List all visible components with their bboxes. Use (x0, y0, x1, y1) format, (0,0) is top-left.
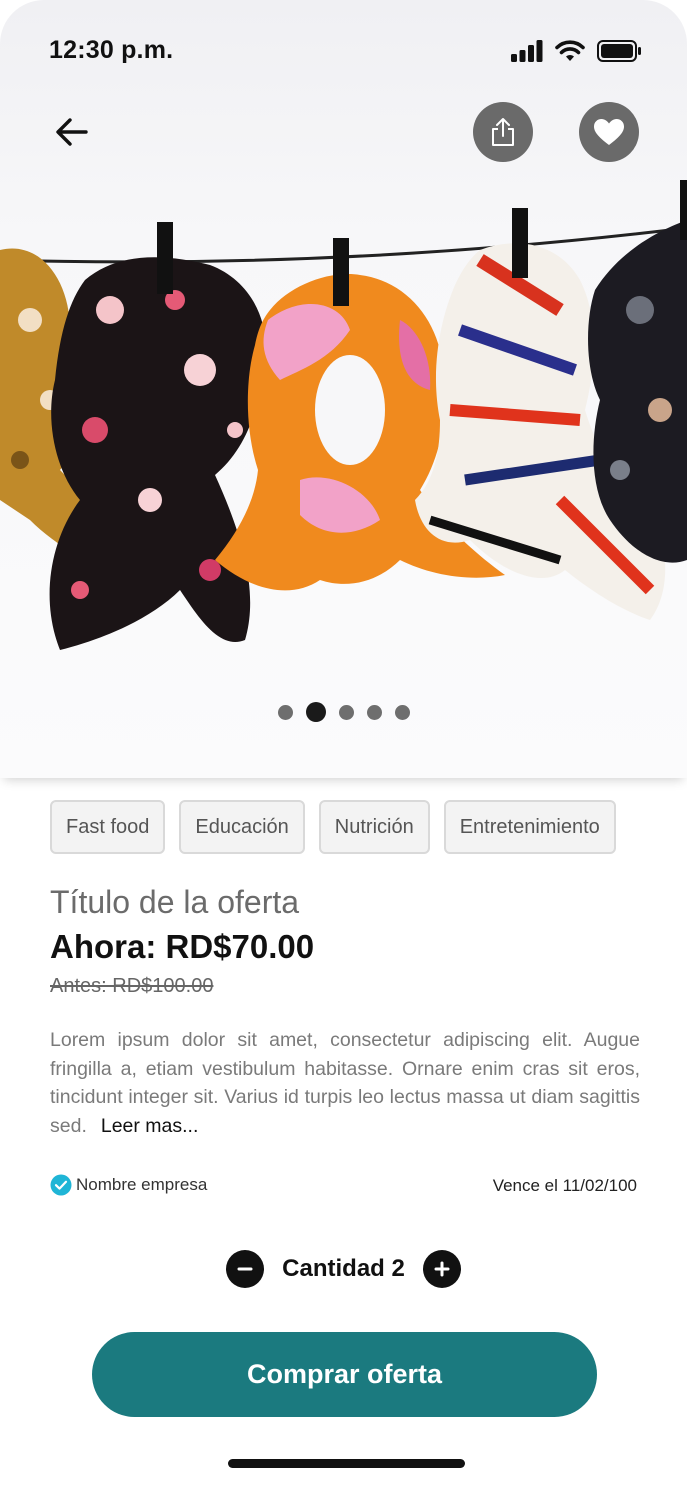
share-icon (492, 118, 514, 146)
home-indicator[interactable] (228, 1459, 465, 1468)
read-more-link[interactable]: Leer mas... (101, 1115, 199, 1137)
share-button[interactable] (473, 102, 533, 162)
status-bar: 12:30 p.m. (0, 0, 687, 100)
product-detail-screen: 12:30 p.m. Fast food Educación Nutrición… (0, 0, 687, 1488)
price-now: Ahora: RD$70.00 (50, 928, 315, 965)
wifi-icon (555, 40, 585, 61)
back-button[interactable] (46, 106, 98, 158)
signal-icon (511, 40, 543, 62)
company-info[interactable]: Nombre empresa (50, 1174, 207, 1196)
category-tags: Fast food Educación Nutrición Entretenim… (50, 800, 616, 854)
tag-educacion[interactable]: Educación (179, 800, 305, 854)
carousel-dot[interactable] (338, 704, 354, 720)
carousel-dot[interactable] (366, 704, 382, 720)
offer-description: Lorem ipsum dolor sit amet, consectetur … (50, 1026, 640, 1140)
quantity-label: Cantidad 2 (282, 1255, 405, 1282)
increase-quantity-button[interactable] (422, 1250, 461, 1288)
decrease-quantity-button[interactable] (226, 1250, 265, 1288)
price-before: Antes: RD$100.00 (50, 975, 214, 997)
check-badge-icon (50, 1174, 72, 1196)
expiration-date: Vence el 11/02/100 (492, 1176, 637, 1195)
carousel-dot[interactable] (394, 704, 410, 720)
tag-nutricion[interactable]: Nutrición (318, 800, 430, 854)
arrow-left-icon (56, 118, 88, 146)
tag-fast-food[interactable]: Fast food (50, 800, 166, 854)
carousel-indicator (0, 700, 687, 724)
carousel-dot[interactable] (277, 704, 293, 720)
heart-icon (594, 119, 624, 145)
tag-entretenimiento[interactable]: Entretenimiento (443, 800, 616, 854)
company-name: Nombre empresa (76, 1175, 208, 1194)
plus-icon (434, 1261, 450, 1277)
status-time: 12:30 p.m. (49, 36, 174, 64)
battery-icon (597, 40, 641, 62)
carousel-dot-active[interactable] (305, 702, 326, 722)
minus-icon (237, 1267, 253, 1271)
offer-title: Título de la oferta (50, 884, 300, 920)
quantity-stepper: Cantidad 2 (0, 1250, 687, 1288)
status-icons (511, 40, 641, 62)
favorite-button[interactable] (579, 102, 639, 162)
buy-offer-button[interactable]: Comprar oferta (92, 1332, 597, 1417)
product-gallery[interactable]: 12:30 p.m. (0, 0, 687, 778)
product-photo (0, 180, 687, 650)
